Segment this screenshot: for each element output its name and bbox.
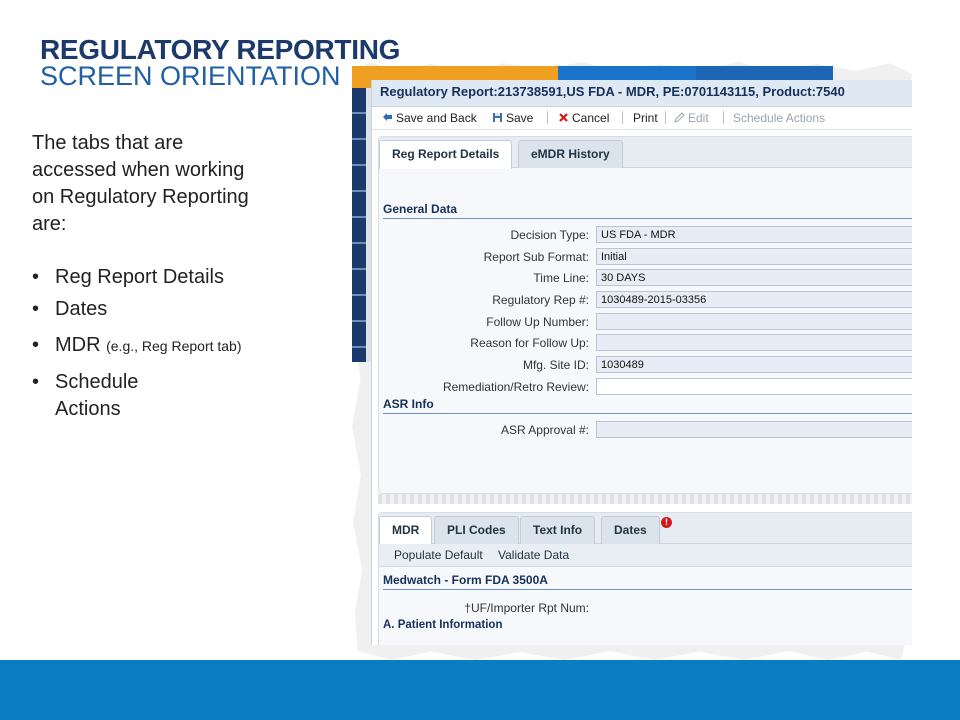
toolbar-divider — [547, 111, 548, 124]
bullet-item: Reg Report Details — [32, 264, 292, 291]
bullet-item: Dates — [32, 296, 292, 323]
reg-report-panel: Reg Report Details eMDR History General … — [378, 136, 912, 494]
schedule-actions-label: Schedule Actions — [733, 111, 826, 125]
edit-icon — [674, 112, 685, 123]
populate-default-button[interactable]: Populate Default — [394, 548, 483, 562]
bullet-item: MDR (e.g., Reg Report tab) — [32, 332, 292, 360]
report-window: Regulatory Report:213738591,US FDA - MDR… — [371, 80, 912, 645]
field-row: Follow Up Number: — [379, 313, 912, 332]
window-titlebar: Regulatory Report:213738591,US FDA - MDR… — [372, 80, 912, 107]
field-label: ASR Approval #: — [500, 423, 589, 437]
tab-reg-report-details[interactable]: Reg Report Details — [379, 140, 513, 169]
decision-type-field[interactable]: US FDA - MDR — [596, 226, 912, 243]
validate-data-button[interactable]: Validate Data — [498, 548, 569, 562]
edit-button[interactable]: Edit — [674, 109, 709, 127]
save-label: Save — [506, 111, 534, 125]
field-row: Reason for Follow Up: — [379, 334, 912, 353]
field-label: Mfg. Site ID: — [522, 358, 589, 372]
field-row: Report Sub Format: Initial — [379, 248, 912, 267]
regulatory-rep-number-field[interactable]: 1030489-2015-03356 — [596, 291, 912, 308]
remediation-retro-review-field[interactable] — [596, 378, 912, 395]
save-button[interactable]: Save — [492, 109, 533, 127]
bullet-note: (e.g., Reg Report tab) — [106, 338, 242, 354]
save-and-back-label: Save and Back — [396, 111, 477, 125]
alert-icon: ! — [661, 517, 672, 528]
bullet-item: Schedule Actions — [32, 369, 185, 423]
asr-info-heading: ASR Info — [383, 397, 912, 414]
field-row: ASR Approval #: — [379, 421, 912, 440]
bullet-text: Reg Report Details — [55, 266, 224, 288]
tab-pli-codes[interactable]: PLI Codes — [434, 516, 519, 544]
cancel-label: Cancel — [572, 111, 610, 125]
field-label: Remediation/Retro Review: — [442, 380, 589, 394]
field-row: Decision Type: US FDA - MDR — [379, 226, 912, 245]
field-label: Reason for Follow Up: — [470, 336, 589, 350]
toolbar-divider — [622, 111, 623, 124]
top-tab-row: Reg Report Details eMDR History — [379, 137, 912, 169]
field-row: Mfg. Site ID: 1030489 — [379, 356, 912, 375]
field-label: Follow Up Number: — [486, 315, 589, 329]
medwatch-heading: Medwatch - Form FDA 3500A — [383, 573, 912, 590]
field-row: Regulatory Rep #: 1030489-2015-03356 — [379, 291, 912, 310]
field-label: Time Line: — [533, 271, 589, 285]
close-icon — [559, 113, 568, 122]
print-button[interactable]: Print — [633, 109, 658, 127]
bullet-list: Reg Report Details Dates MDR (e.g., Reg … — [32, 264, 292, 423]
asr-approval-number-field[interactable] — [596, 421, 912, 438]
tab-dates[interactable]: Dates — [601, 516, 660, 544]
floppy-icon — [493, 113, 502, 122]
field-row: Time Line: 30 DAYS — [379, 269, 912, 288]
footer-bar — [0, 660, 960, 720]
print-label: Print — [633, 111, 658, 125]
mfg-site-id-field[interactable]: 1030489 — [596, 356, 912, 373]
follow-up-number-field[interactable] — [596, 313, 912, 330]
slide-subtitle: SCREEN ORIENTATION — [40, 61, 341, 91]
toolbar-divider — [665, 111, 666, 124]
field-row: †UF/Importer Rpt Num: — [379, 599, 912, 618]
tab-text-info[interactable]: Text Info — [520, 516, 596, 544]
field-label: Decision Type: — [510, 228, 590, 242]
reason-for-follow-up-field[interactable] — [596, 334, 912, 351]
background-sidebar-stripes — [352, 88, 366, 362]
schedule-actions-button[interactable]: Schedule Actions — [733, 109, 825, 127]
general-data-heading: General Data — [383, 202, 912, 219]
field-label: Regulatory Rep #: — [492, 293, 589, 307]
mdr-subtoolbar: Populate Default Validate Data — [379, 544, 912, 567]
cancel-button[interactable]: Cancel — [558, 109, 609, 127]
field-label: †UF/Importer Rpt Num: — [464, 601, 589, 615]
window-title: Regulatory Report:213738591,US FDA - MDR… — [380, 84, 845, 99]
toolbar-divider — [723, 111, 724, 124]
intro-text: The tabs that are accessed when working … — [32, 132, 249, 235]
save-and-back-button[interactable]: Save and Back — [382, 109, 477, 127]
bullet-text: MDR — [55, 334, 101, 356]
report-sub-format-field[interactable]: Initial — [596, 248, 912, 265]
edit-label: Edit — [688, 111, 709, 125]
tab-emdr-history[interactable]: eMDR History — [518, 140, 623, 168]
field-row: Remediation/Retro Review: — [379, 378, 912, 397]
bottom-tab-row: MDR PLI Codes Text Info Dates ! — [379, 513, 912, 545]
bullet-text: Dates — [55, 298, 108, 320]
time-line-field[interactable]: 30 DAYS — [596, 269, 912, 286]
patient-information-heading: A. Patient Information — [383, 619, 503, 631]
toolbar: Save and Back Save Cancel Print Edit Sch… — [372, 107, 912, 130]
field-label: Report Sub Format: — [483, 250, 589, 264]
tab-mdr[interactable]: MDR — [379, 516, 433, 545]
panel-separator — [378, 494, 912, 504]
mdr-panel: MDR PLI Codes Text Info Dates ! Populate… — [378, 512, 912, 645]
bullet-text: Schedule Actions — [55, 371, 139, 420]
save-back-icon — [383, 113, 392, 121]
